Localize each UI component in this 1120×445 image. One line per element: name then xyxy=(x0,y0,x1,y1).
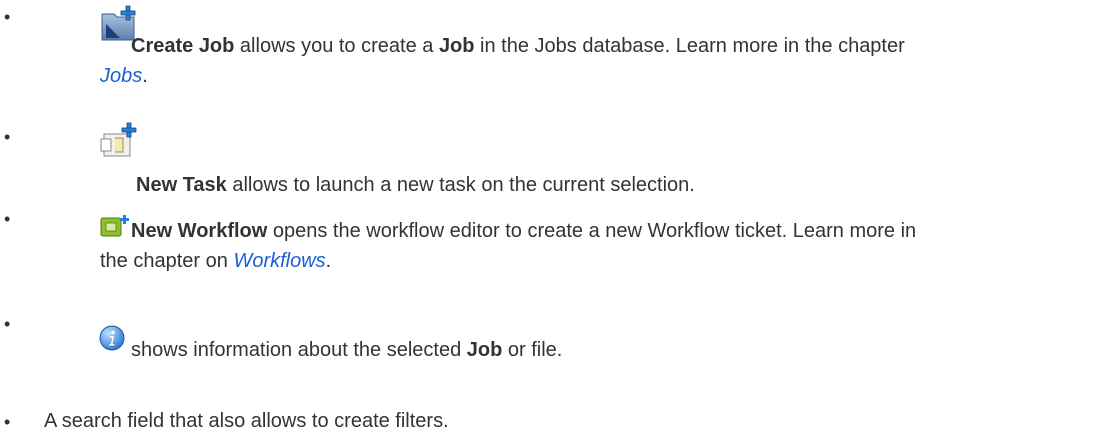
new-workflow-line1: New Workflow opens the workflow editor t… xyxy=(131,221,916,241)
new-workflow-line2: the chapter on Workflows. xyxy=(100,251,331,271)
text: in the Jobs database. Learn more in the … xyxy=(474,35,905,57)
job-bold: Job xyxy=(466,339,503,361)
text: . xyxy=(325,250,332,272)
create-job-line1: Create Job allows you to create a Job in… xyxy=(131,36,905,56)
bullet: • xyxy=(4,314,11,334)
list-item-new-task: • New Task allows to launch a new task o… xyxy=(0,120,1120,195)
bullet: • xyxy=(4,209,11,229)
text: A search field that also allows to creat… xyxy=(44,410,449,432)
new-task-label: New Task xyxy=(136,174,227,196)
list-item-new-workflow: • New Workflow opens the workflow editor… xyxy=(0,210,1120,290)
job-bold: Job xyxy=(438,35,475,57)
text: . xyxy=(142,65,148,87)
list-item-info: • shows information about the selected J… xyxy=(0,315,1120,375)
text: the chapter on xyxy=(100,250,234,272)
create-job-label: Create Job xyxy=(131,35,235,57)
new-task-icon xyxy=(100,120,140,166)
list-item-search: • A search field that also allows to cre… xyxy=(0,403,1120,433)
text: shows information about the selected xyxy=(131,339,467,361)
new-task-line1: New Task allows to launch a new task on … xyxy=(136,175,695,195)
bullet: • xyxy=(4,412,11,432)
text: opens the workflow editor to create a ne… xyxy=(267,220,917,242)
create-job-line2: Jobs. xyxy=(100,66,148,86)
workflows-link[interactable]: Workflows xyxy=(233,250,325,272)
info-icon xyxy=(99,325,125,357)
new-workflow-icon xyxy=(100,214,130,244)
text: allows you to create a xyxy=(234,35,439,57)
new-workflow-label: New Workflow xyxy=(131,220,268,242)
jobs-link[interactable]: Jobs xyxy=(100,65,142,87)
list-item-create-job: • Create Job allows you to create a Job … xyxy=(0,0,1120,90)
bullet: • xyxy=(4,127,11,147)
text: allows to launch a new task on the curre… xyxy=(226,174,695,196)
info-line1: shows information about the selected Job… xyxy=(131,340,562,360)
text: or file. xyxy=(502,339,563,361)
bullet: • xyxy=(4,7,11,27)
search-line1: A search field that also allows to creat… xyxy=(44,411,449,431)
